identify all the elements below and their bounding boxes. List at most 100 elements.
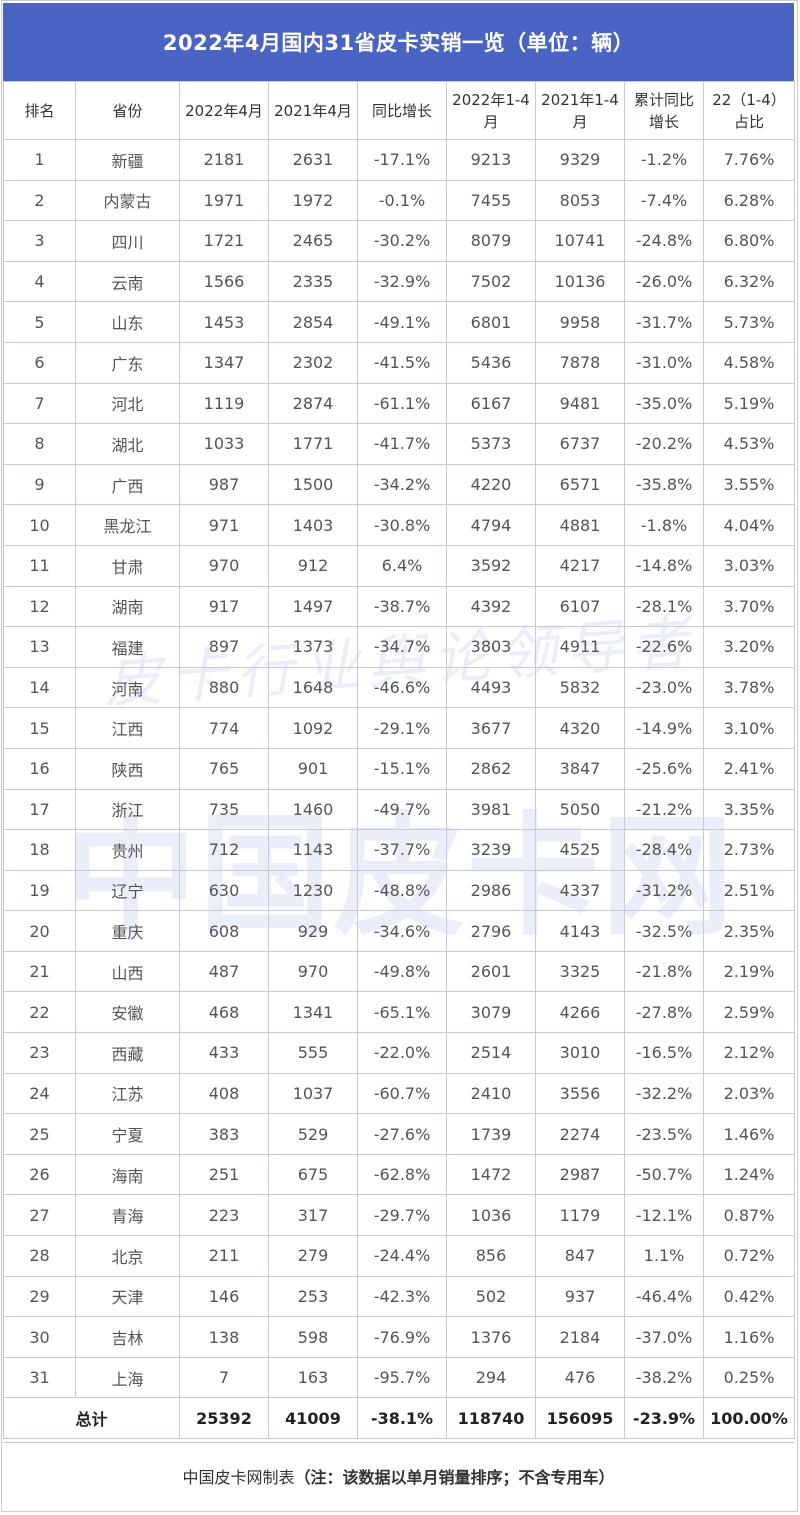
cell-apr-2021: 1341 [268, 991, 358, 1034]
cell-province: 陕西 [75, 747, 180, 790]
cell-ytd-2022: 4220 [446, 463, 536, 506]
cell-apr-2021: 163 [268, 1356, 358, 1399]
cell-yoy: -32.9% [357, 260, 447, 303]
cell-ytd-2021: 10136 [535, 260, 625, 303]
cell-ytd-yoy: -21.2% [624, 788, 704, 831]
cell-ytd-2021: 4911 [535, 626, 625, 668]
cell-ytd-2021: 3325 [535, 950, 625, 993]
cell-share: 2.03% [703, 1072, 795, 1115]
cell-province: 天津 [75, 1275, 180, 1318]
cell-ytd-yoy: -14.9% [624, 707, 704, 749]
cell-apr-2021: 1373 [268, 626, 358, 668]
cell-share: 6.80% [703, 220, 795, 262]
cell-share: 3.10% [703, 707, 795, 749]
cell-share: 3.55% [703, 463, 795, 506]
cell-ytd-2022: 2796 [446, 910, 536, 952]
cell-rank: 19 [3, 869, 76, 912]
cell-ytd-yoy: -27.8% [624, 991, 704, 1034]
cell-share: 1.16% [703, 1316, 795, 1358]
cell-apr-2022: 1453 [179, 301, 269, 343]
cell-share: 3.20% [703, 626, 795, 668]
cell-rank: 7 [3, 382, 76, 425]
cell-apr-2021: 1497 [268, 585, 358, 628]
cell-province: 辽宁 [75, 869, 180, 912]
cell-ytd-yoy: -25.6% [624, 747, 704, 790]
table-title: 2022年4月国内31省皮卡实销一览（单位：辆） [3, 3, 794, 81]
cell-apr-2022: 712 [179, 829, 269, 871]
cell-rank: 9 [3, 463, 76, 506]
cell-ytd-2022: 1739 [446, 1113, 536, 1155]
cell-province: 新疆 [75, 139, 180, 181]
cell-apr-2022: 383 [179, 1113, 269, 1155]
cell-ytd-2022: 4493 [446, 666, 536, 709]
cell-apr-2021: 912 [268, 544, 358, 587]
cell-rank: 16 [3, 747, 76, 790]
cell-province: 海南 [75, 1153, 180, 1196]
cell-province: 甘肃 [75, 544, 180, 587]
cell-share: 2.41% [703, 747, 795, 790]
cell-apr-2022: 1971 [179, 179, 269, 222]
cell-ytd-2022: 1472 [446, 1153, 536, 1196]
cell-share: 1.24% [703, 1153, 795, 1196]
cell-apr-2021: 1037 [268, 1072, 358, 1115]
cell-ytd-yoy: -28.4% [624, 829, 704, 871]
cell-yoy: -30.8% [357, 504, 447, 546]
cell-province: 湖北 [75, 423, 180, 465]
cell-ytd-2022: 2601 [446, 950, 536, 993]
cell-ytd-2021: 847 [535, 1235, 625, 1277]
cell-rank: 21 [3, 950, 76, 993]
cell-ytd-yoy: -23.5% [624, 1113, 704, 1155]
header-ytd-2022: 2022年1-4月 [446, 81, 536, 140]
cell-apr-2021: 2631 [268, 139, 358, 181]
cell-share: 6.28% [703, 179, 795, 222]
cell-rank: 6 [3, 341, 76, 384]
cell-ytd-yoy: -7.4% [624, 179, 704, 222]
total-ytd-yoy: -23.9% [624, 1397, 704, 1440]
cell-ytd-2022: 2514 [446, 1032, 536, 1074]
cell-province: 河北 [75, 382, 180, 425]
cell-apr-2021: 317 [268, 1194, 358, 1237]
cell-ytd-2022: 3981 [446, 788, 536, 831]
cell-province: 山东 [75, 301, 180, 343]
cell-ytd-yoy: -46.4% [624, 1275, 704, 1318]
cell-ytd-yoy: -32.5% [624, 910, 704, 952]
cell-apr-2022: 608 [179, 910, 269, 952]
table-row: 5 山东 1453 2854 -49.1% 6801 9958 -31.7% 5.73% [3, 301, 795, 343]
cell-province: 内蒙古 [75, 179, 180, 222]
cell-rank: 4 [3, 260, 76, 303]
cell-yoy: -34.7% [357, 626, 447, 668]
cell-ytd-2022: 502 [446, 1275, 536, 1318]
cell-rank: 22 [3, 991, 76, 1034]
cell-rank: 23 [3, 1032, 76, 1074]
cell-ytd-2021: 10741 [535, 220, 625, 262]
cell-ytd-2022: 2986 [446, 869, 536, 912]
cell-province: 河南 [75, 666, 180, 709]
table-row: 18 贵州 712 1143 -37.7% 3239 4525 -28.4% 2.73% [3, 829, 795, 871]
cell-ytd-yoy: -26.0% [624, 260, 704, 303]
cell-ytd-2022: 3592 [446, 544, 536, 587]
footer-remark: （注：该数据以单月销量排序；不含专用车） [294, 1467, 615, 1487]
cell-province: 江苏 [75, 1072, 180, 1115]
cell-province: 安徽 [75, 991, 180, 1034]
cell-ytd-2021: 4320 [535, 707, 625, 749]
cell-share: 7.76% [703, 139, 795, 181]
cell-ytd-yoy: -12.1% [624, 1194, 704, 1237]
cell-province: 重庆 [75, 910, 180, 952]
cell-rank: 29 [3, 1275, 76, 1318]
header-yoy: 同比增长 [357, 81, 447, 140]
cell-ytd-2021: 4337 [535, 869, 625, 912]
cell-apr-2022: 487 [179, 950, 269, 993]
cell-apr-2021: 2854 [268, 301, 358, 343]
table-row: 31 上海 7 163 -95.7% 294 476 -38.2% 0.25% [3, 1356, 795, 1399]
cell-ytd-2022: 4794 [446, 504, 536, 546]
cell-ytd-2022: 294 [446, 1356, 536, 1399]
cell-apr-2021: 253 [268, 1275, 358, 1318]
cell-yoy: -48.8% [357, 869, 447, 912]
cell-yoy: -49.1% [357, 301, 447, 343]
cell-apr-2022: 987 [179, 463, 269, 506]
cell-apr-2022: 1721 [179, 220, 269, 262]
table-row: 3 四川 1721 2465 -30.2% 8079 10741 -24.8% 6.80% [3, 220, 795, 262]
cell-apr-2021: 901 [268, 747, 358, 790]
sales-table: 排名 省份 2022年4月 2021年4月 同比增长 2022年1-4月 202… [3, 81, 795, 1440]
cell-apr-2022: 1566 [179, 260, 269, 303]
